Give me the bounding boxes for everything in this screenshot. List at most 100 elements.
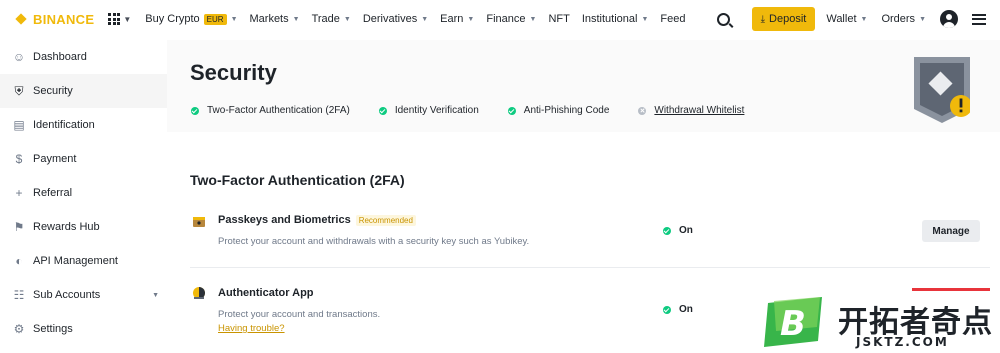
chevron-down-icon: ▼ [919,15,926,23]
download-icon: ⤓ [760,13,766,25]
passkeys-title: Passkeys and Biometrics [218,214,351,226]
sidebar-item-label: Referral [33,187,73,199]
add-user-icon: + [15,186,23,200]
nav-item-label: Institutional [581,13,638,25]
nav-item-earn[interactable]: Earn ▼ [440,13,474,25]
brand-logo[interactable]: BINANCE [14,12,94,27]
nav-item-label: Feed [660,13,686,25]
search-icon[interactable] [716,12,730,26]
watermark-url: JSKTZ.COM [856,335,949,349]
nav-item-nft[interactable]: NFT [548,13,569,25]
nav-item-feed[interactable]: Feed [660,13,685,25]
chevron-down-icon: ▼ [421,15,429,23]
nav-item-buy-crypto[interactable]: Buy Crypto EUR ▼ [145,13,237,25]
section-title: Two-Factor Authentication (2FA) [190,172,405,188]
check-circle-icon [191,106,199,115]
security-warning-shield-icon [914,57,970,123]
sidebar-item-referral[interactable]: + Referral [0,176,167,210]
brand-name: BINANCE [33,11,95,27]
sidebar-item-api-management[interactable]: ◐ API Management [0,244,167,278]
manage-button[interactable]: Manage [922,220,980,242]
authenticator-icon [193,287,205,299]
check-anti-phishing: Anti-Phishing Code [507,105,610,116]
settings-icon: ⚙ [13,322,25,336]
sidebar-item-label: Payment [33,153,77,165]
nav-item-label: Derivatives [362,13,418,25]
status-label: On [679,225,693,236]
sub-accounts-icon: ☷ [13,288,25,302]
nav-item-markets[interactable]: Markets ▼ [250,13,300,25]
nav-item-finance[interactable]: Finance ▼ [486,13,536,25]
chevron-down-icon[interactable]: ▼ [152,292,159,299]
wallet-menu[interactable]: Wallet ▼ [826,13,867,25]
page-title: Security [190,60,277,85]
nav-item-institutional[interactable]: Institutional ▼ [582,13,649,25]
x-circle-icon [638,106,647,115]
avatar[interactable] [940,10,958,28]
authenticator-description: Protect your account and transactions. [218,309,381,320]
binance-logo-icon [14,12,28,26]
apps-grid-icon[interactable] [108,13,121,25]
row-title: Authenticator App [218,287,314,299]
chevron-down-icon: ▼ [343,15,351,23]
chevron-down-icon[interactable]: ▼ [123,15,131,24]
main-nav: Buy Crypto EUR ▼ Markets ▼ Trade ▼ Deriv… [145,13,697,25]
check-label: Identity Verification [394,105,479,116]
status-label: On [679,304,693,315]
svg-text:B: B [780,304,806,344]
orders-label: Orders [881,13,916,25]
sidebar-item-label: Security [33,85,73,97]
sidebar-item-rewards-hub[interactable]: ⚑ Rewards Hub [0,210,167,244]
nav-item-label: NFT [548,13,570,25]
currency-badge: EUR [203,13,227,25]
chevron-down-icon: ▼ [230,15,238,23]
withdrawal-whitelist-link[interactable]: Withdrawal Whitelist [654,105,744,116]
trophy-icon: ⚑ [13,220,25,234]
recommended-badge: Recommended [355,214,416,226]
authenticator-status: On [663,304,693,315]
sidebar-item-label: API Management [33,255,118,267]
authenticator-title: Authenticator App [218,287,314,299]
shield-icon: ⛨ [14,83,24,98]
top-right-actions: ⤓ Deposit Wallet ▼ Orders ▼ [716,0,986,38]
check-identity-verification: Identity Verification [378,105,479,116]
check-withdrawal-whitelist[interactable]: Withdrawal Whitelist [638,105,744,116]
chevron-down-icon: ▼ [860,15,868,23]
security-checklist: Two-Factor Authentication (2FA) Identity… [191,105,773,116]
sidebar-item-label: Identification [33,119,95,131]
nav-item-label: Trade [311,13,340,25]
deposit-button[interactable]: ⤓ Deposit [751,7,816,31]
menu-icon[interactable] [972,13,986,25]
chevron-down-icon: ▼ [529,15,537,23]
chevron-down-icon: ▼ [641,15,649,23]
sidebar-item-label: Settings [33,323,73,335]
sidebar-item-payment[interactable]: $ Payment [0,142,167,176]
sidebar-item-dashboard[interactable]: ☺ Dashboard [0,40,167,74]
check-circle-icon [663,226,671,235]
passkeys-row: Passkeys and Biometrics Recommended Prot… [190,211,1000,261]
nav-item-label: Earn [440,13,464,25]
sidebar-item-sub-accounts[interactable]: ☷ Sub Accounts ▼ [0,278,167,312]
chevron-down-icon: ▼ [292,15,300,23]
id-card-icon: ▤ [13,118,25,132]
watermark-logo-icon: B [764,297,822,347]
accent-bar [912,288,990,291]
wallet-label: Wallet [826,13,857,25]
check-label: Anti-Phishing Code [523,105,610,116]
passkeys-status: On [663,225,693,236]
deposit-label: Deposit [769,13,807,25]
passkey-icon [193,217,205,227]
row-divider [190,267,990,268]
sidebar-item-settings[interactable]: ⚙ Settings [0,312,167,346]
nav-item-derivatives[interactable]: Derivatives ▼ [363,13,428,25]
orders-menu[interactable]: Orders ▼ [881,13,926,25]
having-trouble-link[interactable]: Having trouble? [218,323,285,334]
sidebar: ☺ Dashboard ⛨ Security ▤ Identification … [0,40,167,353]
sidebar-item-security[interactable]: ⛨ Security [0,74,167,108]
sidebar-item-label: Rewards Hub [33,221,100,233]
top-navbar: BINANCE ▼ Buy Crypto EUR ▼ Markets ▼ Tra… [0,0,1000,38]
nav-item-trade[interactable]: Trade ▼ [312,13,351,25]
nav-item-label: Markets [249,13,289,25]
sidebar-item-identification[interactable]: ▤ Identification [0,108,167,142]
dollar-icon: $ [15,152,23,166]
